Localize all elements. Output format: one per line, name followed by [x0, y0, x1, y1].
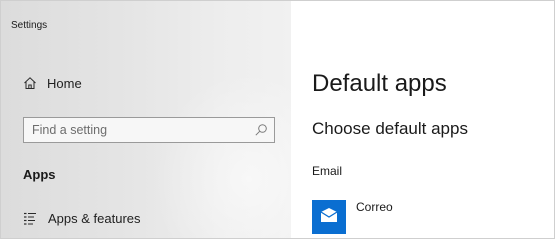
section-header-apps: Apps [23, 167, 56, 182]
search-box[interactable] [23, 117, 275, 143]
nav-home[interactable]: Home [23, 73, 82, 93]
nav-apps-features[interactable]: Apps & features [23, 208, 141, 228]
sidebar-background [151, 71, 291, 238]
app-tile [312, 200, 346, 234]
sidebar: Settings Home Apps [1, 1, 291, 238]
page-subtitle: Choose default apps [312, 119, 468, 138]
search-input[interactable] [24, 117, 254, 143]
email-app-name: Correo [356, 200, 393, 214]
page-title: Default apps [312, 70, 447, 97]
settings-window: Settings Home Apps [0, 0, 555, 239]
nav-apps-features-label: Apps & features [48, 210, 141, 226]
window-title: Settings [11, 20, 48, 31]
email-app-picker[interactable]: Correo [312, 200, 393, 234]
nav-home-label: Home [47, 75, 82, 91]
mail-icon [320, 207, 338, 228]
search-icon[interactable] [254, 123, 268, 137]
email-category-label: Email [312, 164, 343, 178]
home-icon [23, 76, 37, 90]
list-icon [23, 211, 37, 225]
